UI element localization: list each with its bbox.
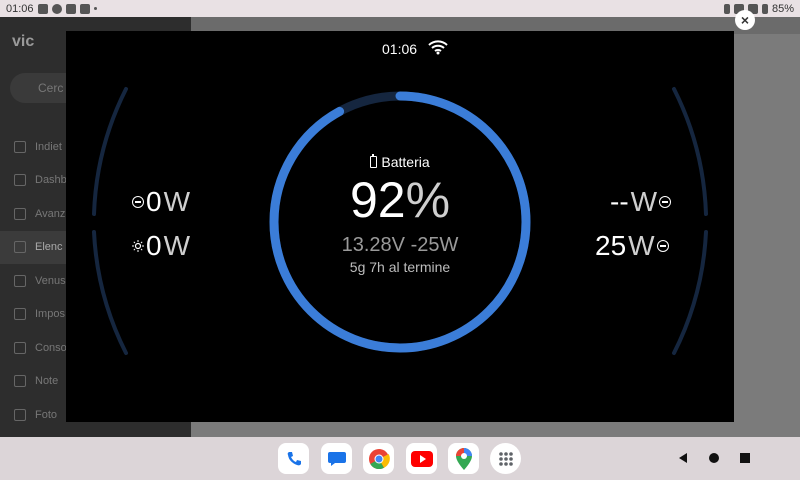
ac-output-unit: W [630, 186, 658, 217]
home-icon [709, 453, 719, 463]
voltage-value: 13.28 [341, 234, 392, 256]
youtube-notif-icon [65, 3, 76, 14]
solar-unit: W [163, 230, 191, 261]
settings-notif-icon [79, 3, 90, 14]
solar-value: 0 [146, 230, 162, 261]
messages-app-icon[interactable] [321, 443, 352, 474]
battery-label: Batteria [381, 154, 430, 170]
grid-icon [498, 451, 513, 466]
chrome-app-icon[interactable] [363, 443, 394, 474]
battery-center: Batteria 92% 13.28V -25W 5g 7h al termin… [300, 154, 500, 275]
back-icon [679, 453, 687, 463]
battery-icon [370, 154, 378, 168]
overlay-time: 01:06 [382, 41, 418, 57]
voltage-power: 13.28V -25W [300, 234, 500, 257]
wifi-icon [428, 40, 448, 55]
victron-logo: vic [12, 33, 35, 50]
notification-icon [37, 3, 48, 14]
recents-icon [740, 453, 750, 463]
dc-load-reading: 25 W [595, 230, 669, 262]
ac-output-reading: -- W [610, 186, 672, 218]
messenger-icon [51, 3, 62, 14]
back-button[interactable] [677, 451, 689, 467]
more-notifications-icon [93, 7, 97, 10]
ac-input-reading: 0W [132, 186, 190, 218]
home-button[interactable] [708, 451, 720, 467]
maps-app-icon[interactable] [448, 443, 479, 474]
battery-percent: 85% [771, 2, 794, 15]
youtube-app-icon[interactable] [406, 443, 437, 474]
battery-percent-unit: % [405, 172, 451, 228]
ac-output-icon [659, 196, 672, 208]
power-value: -25 [410, 234, 440, 256]
recents-button[interactable] [739, 451, 751, 467]
battery-status-icon [761, 3, 768, 14]
solar-icon [132, 240, 144, 252]
dc-load-icon [656, 240, 669, 252]
ac-input-unit: W [163, 186, 191, 217]
time-remaining: 5g 7h al termine [349, 259, 451, 275]
phone-app-icon[interactable] [278, 443, 309, 474]
status-time: 01:06 [6, 2, 34, 15]
right-arc-top [672, 87, 708, 216]
battery-percent-value: 92 [349, 172, 406, 228]
ac-input-icon [132, 196, 144, 208]
ac-output-value: -- [610, 186, 629, 217]
voltage-unit: V [391, 234, 406, 256]
right-arc-bottom [672, 230, 708, 355]
battery-percent-display: 92% [300, 174, 500, 226]
left-arc-top [92, 87, 128, 216]
dc-load-unit: W [628, 230, 655, 261]
solar-reading: 0W [132, 230, 190, 262]
battery-overlay: 01:06 Batteria 92% 13.28V -25W 5g 7h al … [66, 31, 734, 422]
left-arc-bottom [92, 230, 128, 355]
ac-input-value: 0 [146, 186, 162, 217]
bluetooth-icon [723, 3, 730, 14]
android-status-bar: 01:06 85% [0, 0, 800, 17]
dc-load-value: 25 [595, 230, 627, 261]
close-button[interactable]: × [735, 10, 755, 30]
app-drawer-button[interactable] [490, 443, 521, 474]
power-unit: W [439, 234, 459, 256]
